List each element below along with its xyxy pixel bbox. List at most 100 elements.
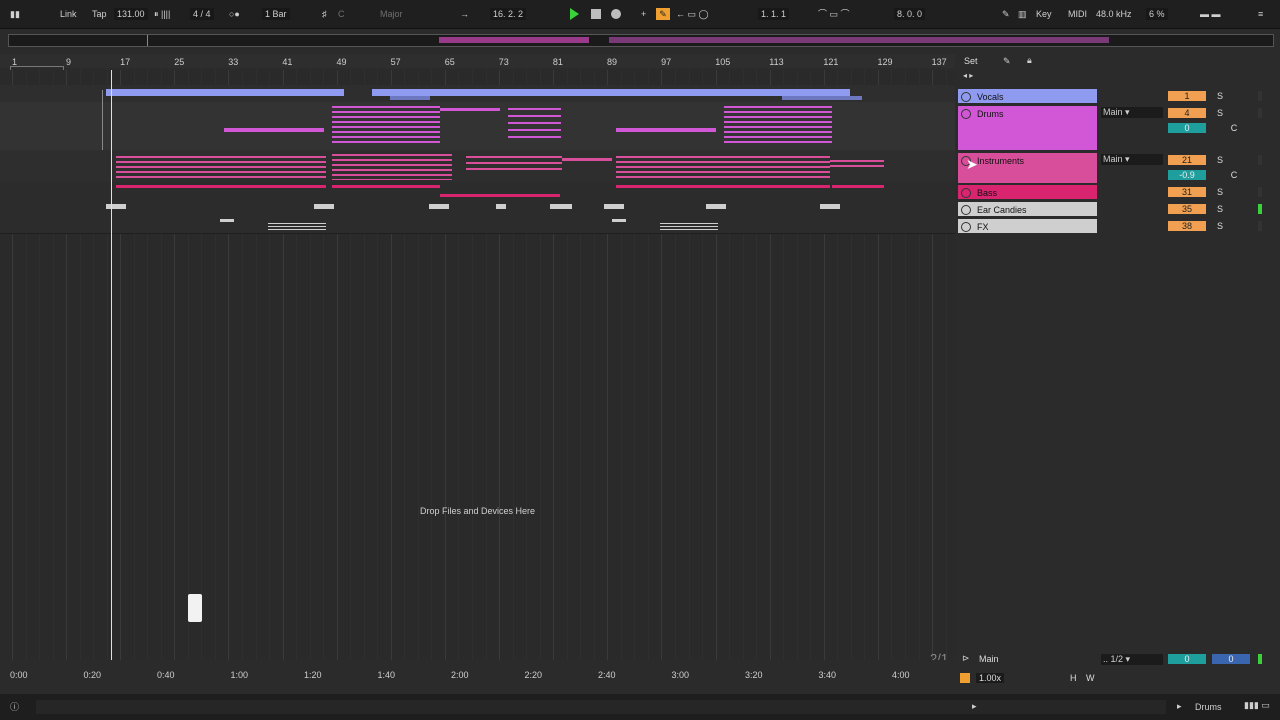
instruments-clip[interactable] (562, 158, 612, 161)
lock-icon[interactable]: 🔒︎ (1027, 55, 1032, 66)
vocals-clip[interactable] (106, 89, 344, 96)
ear-candies-clip[interactable] (314, 204, 334, 209)
quantize-dropdown[interactable]: 1 Bar (262, 8, 290, 20)
track-header-bass[interactable]: Bass (958, 185, 1097, 199)
time-signature-field[interactable]: 4 / 4 (190, 8, 214, 20)
track-header-fx[interactable]: FX (958, 219, 1097, 233)
pencil-icon[interactable]: ✎ (1003, 56, 1011, 67)
scroll-arrow-icon[interactable]: ▸ (972, 701, 977, 712)
key-root-dropdown[interactable]: C (338, 8, 345, 20)
lane-ear-candies[interactable] (0, 199, 955, 217)
loop-length-field[interactable]: 8. 0. 0 (894, 8, 926, 20)
fx-clip[interactable] (268, 223, 326, 230)
link-button[interactable]: Link (60, 8, 77, 20)
playhead[interactable] (111, 70, 112, 660)
vocals-clip[interactable] (390, 96, 430, 100)
fold-icon[interactable] (961, 188, 971, 198)
ear-candies-clip[interactable] (550, 204, 572, 209)
menu-toggle-icon[interactable]: ▮▮ (10, 8, 20, 20)
fx-clip[interactable] (660, 223, 718, 230)
solo-button[interactable]: S (1212, 91, 1228, 101)
play-arrow-icon[interactable]: ▸ (1177, 701, 1182, 712)
ear-candies-clip[interactable] (820, 204, 840, 209)
playback-speed-field[interactable]: 1.00x (976, 673, 1005, 683)
bass-clip[interactable] (440, 194, 560, 197)
draw-mode-icon[interactable]: ✎ (1002, 8, 1010, 20)
track-header-vocals[interactable]: Vocals (958, 89, 1097, 103)
drums-clip[interactable] (508, 108, 561, 138)
set-button[interactable]: Set (964, 56, 978, 66)
midi-map-button[interactable]: MIDI (1068, 8, 1087, 20)
fold-icon[interactable] (961, 222, 971, 232)
vocals-clip[interactable] (372, 89, 850, 96)
solo-button[interactable]: S (1212, 108, 1228, 118)
solo-button[interactable]: S (1212, 155, 1228, 165)
arrangement-overview[interactable] (8, 34, 1274, 47)
bass-clip[interactable] (332, 185, 440, 188)
volume-field[interactable]: 0 (1168, 123, 1206, 133)
info-icon[interactable]: ⓘ (10, 700, 19, 713)
fold-icon[interactable] (961, 205, 971, 215)
drums-clip[interactable] (332, 106, 440, 144)
track-number[interactable]: 21 (1168, 155, 1206, 165)
bar-ruler[interactable]: 1 9 17 25 33 41 49 57 65 73 81 89 97 105 113 121 129 137 (0, 54, 955, 74)
output-dropdown[interactable]: Main ▾ (1101, 107, 1163, 118)
stop-button[interactable] (591, 9, 601, 19)
fx-clip[interactable] (612, 219, 626, 222)
key-map-button[interactable]: Key (1036, 8, 1052, 20)
automation-arm-button[interactable]: ✎ (656, 8, 670, 20)
arrangement-view[interactable]: Drop Files and Devices Here 2/1 (0, 70, 955, 660)
fx-clip[interactable] (220, 219, 234, 222)
add-icon[interactable]: + (641, 8, 646, 20)
instruments-clip[interactable] (466, 156, 562, 170)
track-number[interactable]: 31 (1168, 187, 1206, 197)
punch-icon[interactable]: ⌒ ▭ ⌒ (818, 8, 850, 20)
main-pan-field[interactable]: 0 (1212, 654, 1250, 664)
fold-icon[interactable] (961, 92, 971, 102)
ear-candies-clip[interactable] (706, 204, 726, 209)
h-button[interactable]: H (1070, 673, 1077, 683)
instruments-clip[interactable] (116, 156, 326, 178)
play-button[interactable] (570, 8, 579, 20)
ear-candies-clip[interactable] (604, 204, 624, 209)
instruments-clip[interactable] (616, 156, 830, 178)
main-output-dropdown[interactable]: .. 1/2 ▾ (1101, 654, 1163, 665)
volume-field[interactable]: -0.9 (1168, 170, 1206, 180)
track-number[interactable]: 4 (1168, 108, 1206, 118)
bass-clip[interactable] (116, 185, 326, 188)
tempo-field[interactable]: 131.00 (114, 8, 148, 20)
ear-candies-clip[interactable] (496, 204, 506, 209)
bass-clip[interactable] (616, 185, 830, 188)
metronome-icon[interactable]: ⏸ |||| (154, 8, 170, 20)
track-number[interactable]: 38 (1168, 221, 1206, 231)
key-icon[interactable]: ♯ (322, 8, 327, 20)
position-field[interactable]: 16. 2. 2 (490, 8, 527, 20)
loop-start-field[interactable]: 1. 1. 1 (758, 8, 790, 20)
track-header-instruments[interactable]: Instruments (958, 153, 1097, 183)
solo-button[interactable]: S (1212, 187, 1228, 197)
nav-arrows-icon[interactable]: ◂ ▸ (963, 71, 973, 80)
view-toggle-icon[interactable]: ▮▮▮ ▭ (1244, 700, 1270, 711)
drums-clip[interactable] (440, 108, 500, 111)
bass-clip[interactable] (832, 185, 884, 188)
lane-fx[interactable] (0, 216, 955, 234)
drums-clip[interactable] (616, 128, 716, 132)
record-button[interactable] (611, 9, 621, 19)
drums-clip[interactable] (224, 128, 324, 132)
track-number[interactable]: 1 (1168, 91, 1206, 101)
output-dropdown[interactable]: Main ▾ (1101, 154, 1163, 165)
vocals-clip[interactable] (782, 96, 862, 100)
keyboard-icon[interactable]: ▥ (1018, 8, 1027, 20)
grid-ratio[interactable]: 2/1 (930, 651, 948, 660)
w-button[interactable]: W (1086, 673, 1095, 683)
time-ruler[interactable]: 0:00 0:20 0:40 1:00 1:20 1:40 2:00 2:20 2:40 3:00… (0, 668, 955, 682)
solo-button[interactable]: S (1212, 221, 1228, 231)
drums-clip[interactable] (724, 106, 832, 144)
instruments-clip[interactable] (830, 160, 884, 170)
track-number[interactable]: 35 (1168, 204, 1206, 214)
ear-candies-clip[interactable] (106, 204, 126, 209)
solo-button[interactable]: S (1212, 204, 1228, 214)
instruments-clip[interactable] (332, 154, 452, 180)
main-play-icon[interactable]: ⊳ (962, 653, 970, 664)
pan-field[interactable]: C (1226, 170, 1242, 180)
